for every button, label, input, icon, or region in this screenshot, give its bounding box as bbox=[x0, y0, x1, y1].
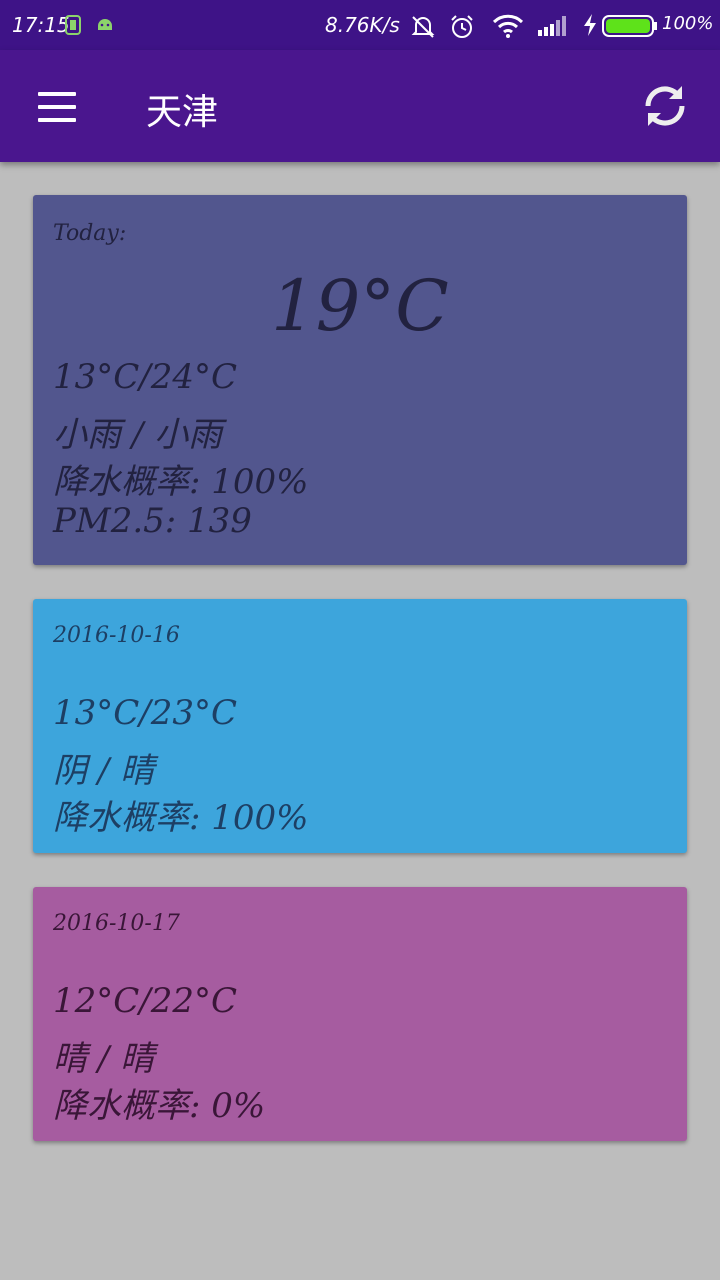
signal-icon bbox=[538, 14, 570, 41]
forecast-temp-range: 13°C/23°C bbox=[53, 693, 238, 733]
battery-icon bbox=[602, 14, 658, 43]
wifi-icon bbox=[492, 14, 524, 43]
battery-percent: 100% bbox=[662, 13, 714, 34]
forecast-weather: 阴 / 晴 bbox=[53, 751, 155, 791]
forecast-card-2[interactable]: 2016-10-17 12°C/22°C 晴 / 晴 降水概率: 0% bbox=[33, 887, 687, 1141]
city-title: 天津 bbox=[146, 92, 219, 133]
today-label: Today: bbox=[53, 221, 127, 246]
forecast-date: 2016-10-16 bbox=[53, 623, 180, 648]
today-temp-range: 13°C/24°C bbox=[53, 357, 238, 397]
current-temperature: 19°C bbox=[271, 265, 449, 347]
alarm-icon bbox=[449, 14, 475, 45]
sim-icon bbox=[64, 14, 82, 41]
charging-icon bbox=[583, 14, 597, 41]
forecast-precip: 降水概率: 0% bbox=[53, 1086, 266, 1126]
forecast-weather: 晴 / 晴 bbox=[53, 1039, 155, 1079]
network-speed: 8.76K/s bbox=[325, 13, 400, 37]
today-pm25: PM2.5: 139 bbox=[53, 501, 252, 541]
today-precip: 降水概率: 100% bbox=[53, 462, 309, 502]
menu-icon[interactable] bbox=[38, 92, 76, 122]
android-icon bbox=[94, 14, 116, 41]
forecast-precip: 降水概率: 100% bbox=[53, 798, 309, 838]
today-card[interactable]: Today: 19°C 13°C/24°C 小雨 / 小雨 降水概率: 100%… bbox=[33, 195, 687, 565]
refresh-icon[interactable] bbox=[640, 81, 690, 131]
bell-off-icon bbox=[410, 14, 436, 45]
today-weather: 小雨 / 小雨 bbox=[53, 415, 223, 455]
status-time: 17:15 bbox=[12, 13, 70, 37]
forecast-temp-range: 12°C/22°C bbox=[53, 981, 238, 1021]
status-bar: 17:15 8.76K/s 100% bbox=[0, 0, 720, 50]
forecast-card-1[interactable]: 2016-10-16 13°C/23°C 阴 / 晴 降水概率: 100% bbox=[33, 599, 687, 853]
app-bar: 天津 bbox=[0, 50, 720, 162]
forecast-date: 2016-10-17 bbox=[53, 911, 180, 936]
